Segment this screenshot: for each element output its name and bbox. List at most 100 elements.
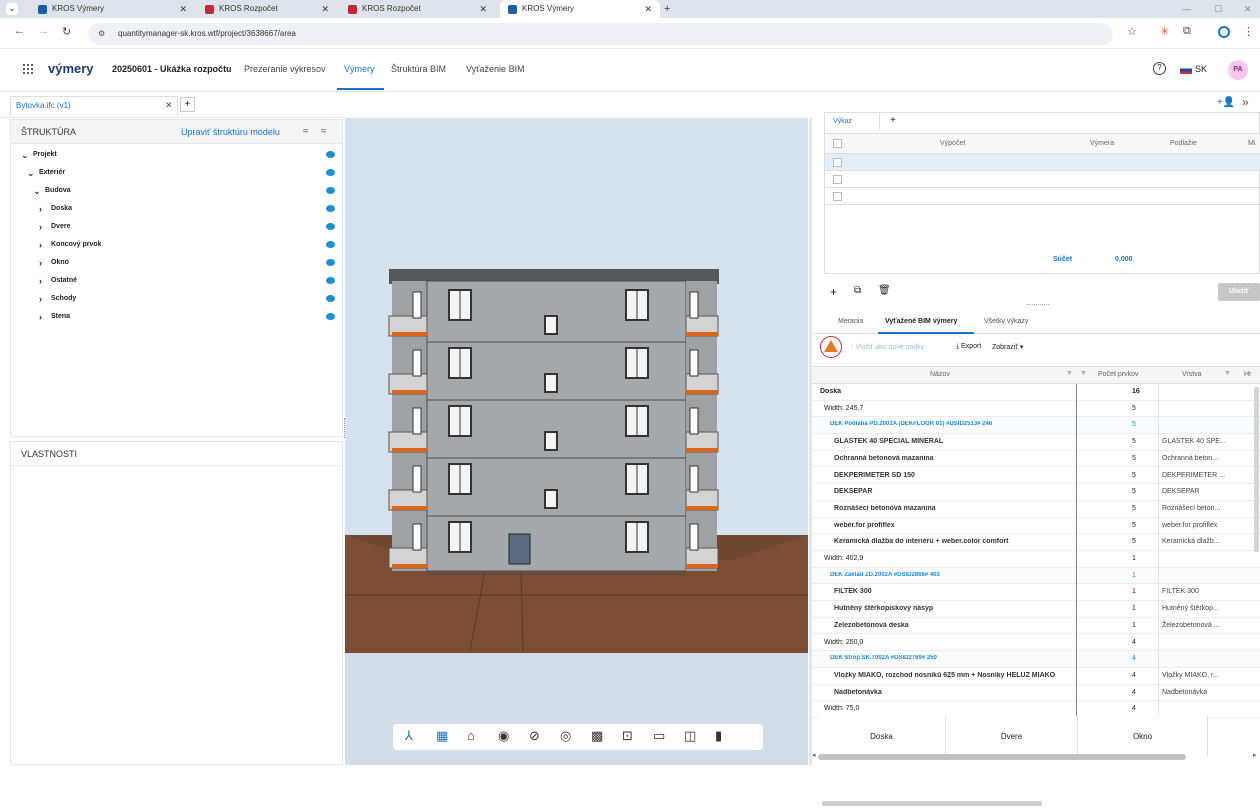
row-checkbox[interactable] bbox=[833, 192, 842, 201]
language-label[interactable]: SK bbox=[1195, 64, 1207, 74]
tree-item[interactable]: ⌄ Exteriér bbox=[11, 164, 344, 182]
book-icon[interactable]: ▮ bbox=[715, 728, 722, 744]
tree-toggle-icon[interactable]: › bbox=[39, 272, 42, 290]
add-row-icon[interactable]: + bbox=[830, 285, 837, 299]
vertical-scrollbar[interactable] bbox=[1254, 387, 1259, 552]
tree-item[interactable]: › Schody bbox=[11, 290, 344, 308]
visibility-eye-icon[interactable] bbox=[326, 151, 335, 158]
bottom-tab-2[interactable]: Dvere bbox=[946, 716, 1078, 756]
tree-toggle-icon[interactable]: ⌄ bbox=[27, 164, 35, 182]
visibility-eye-icon[interactable] bbox=[326, 223, 335, 230]
edit-structure-link[interactable]: Upraviť štruktúru modelu bbox=[181, 120, 280, 144]
grid-row-item[interactable]: FILTEK 300 1 FILTEK 300 bbox=[812, 584, 1260, 602]
grid-row-group[interactable]: Doska 16 bbox=[812, 384, 1260, 401]
browser-tab-active[interactable]: KROS Výmery ✕ bbox=[500, 0, 660, 18]
grid-row-item[interactable]: Keramická dlažba do interiéru + weber.co… bbox=[812, 534, 1260, 552]
bookmark-star-icon[interactable]: ☆ bbox=[1127, 25, 1137, 38]
model-viewer[interactable]: ⅄ ▦ ⌂ ◉ ⊘ ◎ ▩ ⊡ ▭ ◫ ▮ bbox=[345, 118, 808, 765]
zoom-box-icon[interactable]: ⊡ bbox=[622, 728, 633, 744]
filter-icon[interactable]: ▼ bbox=[1080, 370, 1087, 377]
browser-tab-1[interactable]: KROS Výmery ✕ bbox=[30, 0, 195, 18]
grid-row-item[interactable]: Hutněný štěrkopískový násyp 1 Hutněný štěr… bbox=[812, 601, 1260, 619]
new-tab-button[interactable]: + bbox=[664, 0, 670, 18]
bottom-tab-3[interactable]: Okno bbox=[1078, 716, 1208, 756]
back-icon[interactable]: ← bbox=[14, 25, 25, 37]
add-user-icon[interactable]: +👤 bbox=[1217, 97, 1235, 108]
filter-icon[interactable]: ▼ bbox=[1224, 370, 1231, 377]
tab-all-reports[interactable]: Všetky výkazy bbox=[984, 318, 1028, 325]
horizontal-scrollbar[interactable] bbox=[822, 801, 1042, 806]
reload-icon[interactable]: ↻ bbox=[62, 25, 71, 38]
scroll-left-icon[interactable]: ◂ bbox=[812, 751, 816, 759]
grid-row-item[interactable]: DEKPERIMETER SD 150 5 DEKPERIMETER ... bbox=[812, 467, 1260, 485]
visibility-eye-icon[interactable] bbox=[326, 277, 335, 284]
tree-item[interactable]: › Ostatné bbox=[11, 272, 344, 290]
nav-bim-structure[interactable]: Štruktúra BIM bbox=[391, 64, 446, 74]
grid-row-item[interactable]: Nadbetonávka 4 Nadbetonávka bbox=[812, 684, 1260, 702]
tree-toggle-icon[interactable]: › bbox=[39, 290, 42, 308]
split-handle[interactable] bbox=[1027, 304, 1049, 306]
tree-toggle-icon[interactable]: › bbox=[39, 218, 42, 236]
file-tab[interactable]: Bytovka.ifc (v1) ✕ bbox=[10, 96, 178, 116]
profile-icon[interactable] bbox=[1218, 26, 1230, 38]
report-row[interactable] bbox=[825, 188, 1260, 205]
grid-row-type[interactable]: DEK Strop SK.7002A #DSID2769# 250 4 bbox=[812, 651, 1260, 669]
tree-toggle-icon[interactable]: › bbox=[39, 254, 42, 272]
nav-bim-extraction[interactable]: Vyťaženie BIM bbox=[466, 64, 525, 74]
tab-bim-quantities[interactable]: Vyťažené BIM výmery bbox=[885, 318, 957, 325]
close-icon[interactable]: ✕ bbox=[644, 0, 652, 18]
browser-tab-3[interactable]: KROS Rozpočet ✕ bbox=[340, 0, 495, 18]
grid-row-type[interactable]: DEK Základ ZD.2002A #DSID2868# 403 1 bbox=[812, 567, 1260, 585]
grid-row-item[interactable]: Ochranná betonová mazanina 5 Ochranná beto… bbox=[812, 450, 1260, 468]
visibility-eye-icon[interactable] bbox=[326, 187, 335, 194]
tree-item[interactable]: › Doska bbox=[11, 200, 344, 218]
nav-project-name[interactable]: 20250601 - Ukážka rozpočtu bbox=[112, 64, 232, 74]
visibility-eye-icon[interactable] bbox=[326, 205, 335, 212]
grid-row-item[interactable]: GLASTEK 40 SPECIAL MINERAL 5 GLASTEK 40 SP… bbox=[812, 434, 1260, 452]
split-icon[interactable]: ◫ bbox=[684, 728, 696, 744]
measure-icon[interactable]: ▭ bbox=[653, 728, 665, 744]
grid-row-width[interactable]: Width: 245,7 5 bbox=[812, 400, 1260, 418]
grid-row-item[interactable]: Vložky MIAKO, rozchod nosníků 625 mm + N… bbox=[812, 667, 1260, 685]
visibility-eye-icon[interactable] bbox=[326, 313, 335, 320]
close-icon[interactable]: ✕ bbox=[165, 100, 173, 111]
extension-icon[interactable]: ✳ bbox=[1160, 25, 1169, 38]
browser-tab-2[interactable]: KROS Rozpočet ✕ bbox=[197, 0, 337, 18]
nav-quantities[interactable]: Výmery bbox=[344, 64, 375, 74]
report-row-selected[interactable] bbox=[825, 154, 1260, 171]
nav-drawings[interactable]: Prezeranie výkresov bbox=[244, 64, 326, 74]
tree-item[interactable]: › Dvere bbox=[11, 218, 344, 236]
filter-icon[interactable]: ▼ bbox=[1066, 370, 1073, 377]
puzzle-icon[interactable]: ⧉ bbox=[1183, 25, 1191, 38]
copy-icon[interactable]: ⧉ bbox=[854, 285, 861, 296]
collapse-all-icon[interactable]: ≈ bbox=[303, 120, 309, 144]
forward-icon[interactable]: → bbox=[38, 25, 49, 37]
menu-dots-icon[interactable]: ⋮ bbox=[1243, 25, 1254, 38]
report-tab[interactable]: Výkaz bbox=[825, 113, 880, 130]
help-icon[interactable]: ? bbox=[1153, 62, 1166, 75]
visibility-eye-icon[interactable] bbox=[326, 169, 335, 176]
visibility-eye-icon[interactable] bbox=[326, 259, 335, 266]
row-checkbox[interactable] bbox=[833, 158, 842, 167]
bottom-scrollbar[interactable] bbox=[818, 754, 1186, 760]
tab-measurements[interactable]: Merania bbox=[838, 318, 863, 325]
col-thickness[interactable]: Hr bbox=[1244, 371, 1251, 378]
close-icon[interactable]: ✕ bbox=[179, 0, 187, 18]
warning-button[interactable] bbox=[820, 336, 842, 358]
select-all-checkbox[interactable] bbox=[833, 139, 842, 148]
grid-row-item[interactable]: Železobetonová deska 1 Železobetonová ... bbox=[812, 617, 1260, 635]
target-icon[interactable]: ◎ bbox=[560, 728, 571, 744]
insert-rows-button[interactable]: ↑ Vložiť ako nové riadky bbox=[850, 344, 924, 351]
grid-row-item[interactable]: DEKSEPAR 5 DEKSEPAR bbox=[812, 484, 1260, 502]
report-row[interactable] bbox=[825, 171, 1260, 188]
tab-search-button[interactable]: ⌄ bbox=[6, 3, 18, 15]
visibility-eye-icon[interactable] bbox=[326, 241, 335, 248]
col-layer[interactable]: Vrstva bbox=[1182, 371, 1202, 378]
tree-toggle-icon[interactable]: › bbox=[39, 236, 42, 254]
eye-icon[interactable]: ◉ bbox=[498, 728, 509, 744]
section-icon[interactable]: ▩ bbox=[591, 728, 603, 744]
site-info-icon[interactable]: ⚙ bbox=[98, 23, 105, 45]
export-button[interactable]: ⤓ Export bbox=[956, 343, 981, 351]
url-field[interactable]: ⚙ quantitymanager-sk.kros.wtf/project/36… bbox=[88, 23, 1113, 45]
scroll-right-icon[interactable]: ▸ bbox=[1253, 751, 1257, 759]
